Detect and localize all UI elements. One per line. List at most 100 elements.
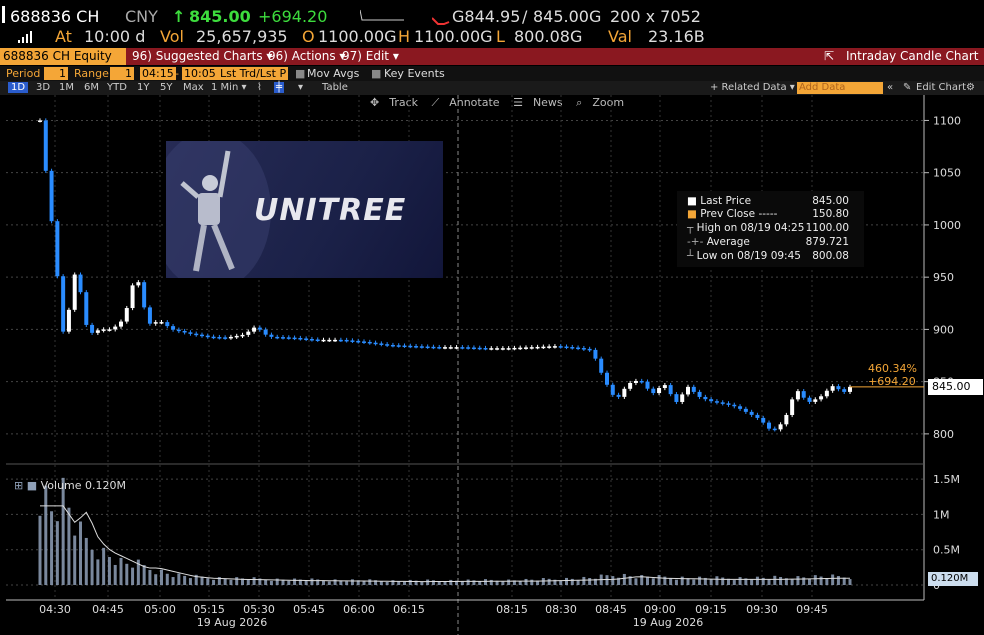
volume-bar (431, 580, 435, 585)
mov-avgs-label: Mov Avgs (307, 67, 360, 80)
candle-chart[interactable]: 1100105010009509008508001.5M1M0.5M004:30… (0, 95, 984, 635)
range-dash: - (175, 67, 179, 80)
candle-body (95, 330, 100, 333)
start-time-input[interactable]: 04:15 (140, 67, 176, 80)
candle-body (188, 332, 193, 334)
candle-body (379, 343, 384, 345)
volume-bar (547, 578, 551, 585)
tick-direction-icon (432, 17, 450, 25)
time-tick-label: 05:15 (193, 603, 225, 616)
candle-body (743, 408, 748, 412)
security-label[interactable]: 688836 CH Equity (0, 48, 126, 65)
volume-bar (96, 559, 100, 585)
zoom-1m[interactable]: 1M (59, 82, 74, 93)
candle-body (315, 339, 320, 341)
candle-body (113, 326, 118, 330)
volume-bar (738, 577, 742, 585)
candle-chart-icon[interactable]: ╪ (274, 82, 285, 93)
open-label: O (302, 27, 315, 46)
candle-body (738, 406, 743, 409)
add-data-input[interactable]: Add Data (797, 82, 883, 94)
edit-menu[interactable]: 97) Edit ▾ (342, 49, 399, 63)
actions-menu[interactable]: 96) Actions ▾ (268, 49, 345, 63)
candle-body (686, 386, 690, 395)
candle-body (234, 335, 239, 338)
last-trade-select[interactable]: Lst Trd/Lst P (218, 67, 289, 80)
at-label: At (55, 27, 72, 46)
candle-body (269, 334, 274, 337)
related-data-menu[interactable]: + Related Data ▾ (710, 82, 795, 93)
candle-body (292, 337, 297, 340)
zoom-3d[interactable]: 3D (36, 82, 50, 93)
volume-bar (362, 581, 366, 585)
end-time-input[interactable]: 10:05 (182, 67, 218, 80)
candle-body (425, 346, 430, 349)
key-events-checkbox[interactable]: ■ (371, 67, 381, 80)
volume-bar (669, 578, 673, 585)
settings-icon[interactable]: ⚙ (966, 82, 975, 93)
zoom-max[interactable]: Max (183, 82, 204, 93)
ticker-symbol[interactable]: 688836 CH (10, 7, 99, 26)
candle-body (217, 337, 222, 339)
range-input[interactable]: 1 (110, 67, 134, 80)
volume-bar (570, 578, 574, 585)
zoom-ytd[interactable]: YTD (107, 82, 127, 93)
candle-body (460, 347, 465, 349)
candle-body (194, 333, 199, 336)
pct-change-label: 460.34% (868, 362, 917, 375)
candle-body (524, 347, 528, 349)
price-tick-label: 1000 (933, 219, 961, 232)
candle-body (72, 274, 77, 310)
volume-bar (142, 565, 146, 585)
logo-text: UNITREE (254, 193, 407, 228)
zoom-1y[interactable]: 1Y (137, 82, 149, 93)
mov-avgs-checkbox[interactable]: ■ (295, 67, 305, 80)
candle-body (344, 339, 349, 342)
quote-time: 10:00 d (84, 27, 146, 46)
zoom-6m[interactable]: 6M (84, 82, 99, 93)
candle-body (824, 390, 829, 397)
low-label: L (496, 27, 505, 46)
candle-body (466, 347, 471, 349)
candle-body (373, 342, 378, 345)
candle-body (697, 391, 702, 397)
popout-icon[interactable]: ⇱ (824, 49, 834, 63)
period-input[interactable]: 1 (44, 67, 68, 80)
candle-body (443, 347, 447, 349)
volume-bar (848, 579, 852, 585)
volume-tick-label: 1M (933, 508, 950, 521)
volume-bar (449, 579, 453, 585)
candle-body (200, 334, 204, 337)
candle-body (90, 324, 95, 333)
candle-body (362, 341, 366, 343)
candle-body (732, 404, 737, 407)
signal-bars-icon (18, 31, 32, 43)
zoom-5y[interactable]: 5Y (160, 82, 172, 93)
volume-bar (154, 574, 158, 585)
candle-body (778, 424, 783, 430)
interval-select[interactable]: 1 Min ▾ (211, 82, 246, 93)
zoom-1d[interactable]: 1D (8, 82, 29, 93)
edit-chart-icon[interactable]: ✎ (903, 82, 911, 93)
volume-bar (518, 581, 522, 585)
volume-bar (443, 581, 447, 585)
line-chart-icon[interactable]: ⌇ (257, 82, 262, 93)
time-tick-label: 08:45 (595, 603, 627, 616)
table-button[interactable]: Table (322, 82, 348, 93)
edit-chart-button[interactable]: Edit Chart (916, 82, 966, 93)
legend-high-value: 1100.00 (805, 222, 849, 234)
candle-body (78, 274, 83, 293)
volume-bar (252, 577, 256, 585)
candle-body (263, 329, 268, 335)
collapse-icon[interactable]: « (887, 82, 893, 93)
chart-type-arrow-icon[interactable]: ▾ (298, 82, 303, 93)
candle-body (616, 394, 621, 397)
candle-body (390, 344, 395, 347)
volume-bar (565, 577, 568, 585)
candle-body (385, 344, 390, 346)
volume-bar (819, 576, 823, 585)
legend-last-value: 845.00 (812, 195, 849, 207)
suggested-charts-menu[interactable]: 96) Suggested Charts ▾ (132, 49, 272, 63)
candle-body (338, 339, 343, 342)
candle-body (321, 339, 326, 342)
